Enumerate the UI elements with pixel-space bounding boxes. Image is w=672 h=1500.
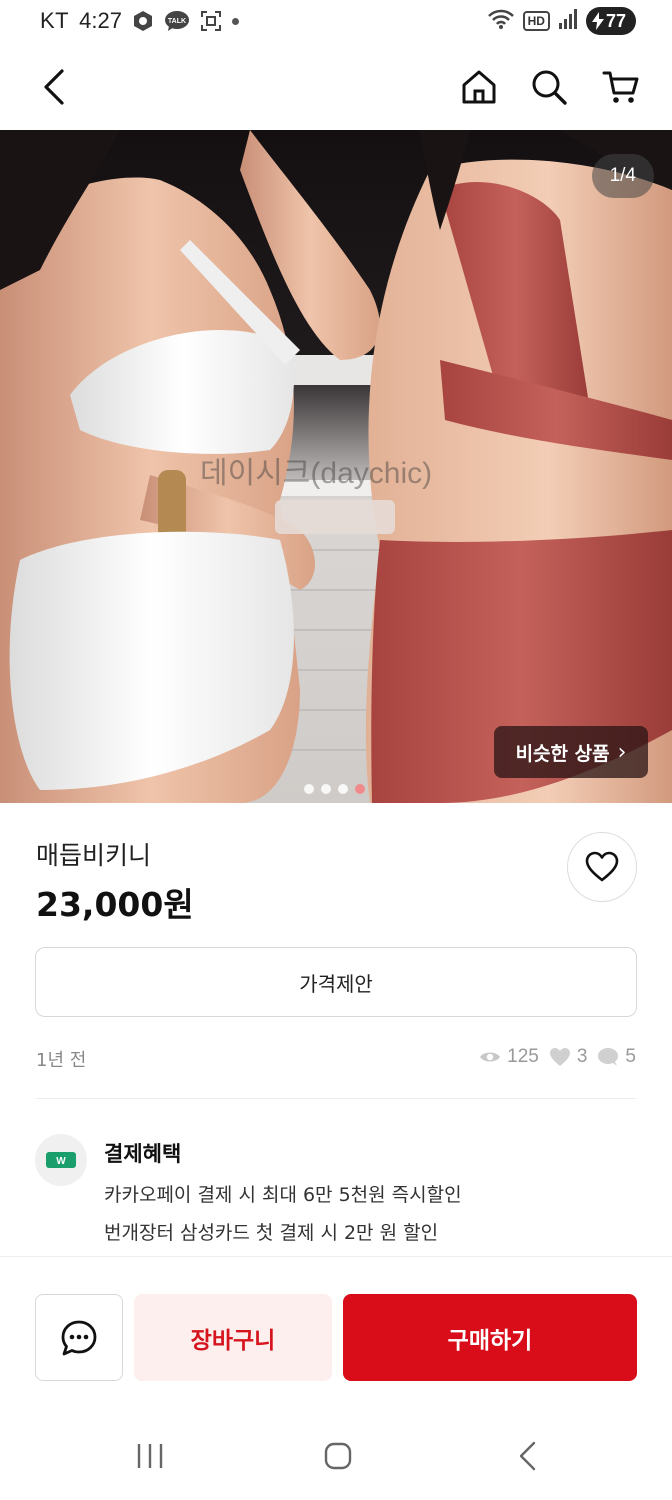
screenshot-icon xyxy=(200,10,222,32)
home-button[interactable] xyxy=(454,62,504,112)
system-home-icon xyxy=(324,1442,352,1470)
clock: 4:27 xyxy=(79,8,122,33)
product-price: 23,000원 xyxy=(36,885,194,924)
system-navigation-bar xyxy=(0,1420,672,1500)
carrier-label: KT xyxy=(40,8,70,33)
likes-count: 3 xyxy=(576,1046,588,1067)
heart-filled-icon xyxy=(549,1048,570,1066)
carousel-dot xyxy=(338,784,348,794)
carousel-dot-active xyxy=(355,784,365,794)
product-image-carousel[interactable]: 1/4 데이시크(daychic) 비슷한 상품 › xyxy=(0,130,672,803)
chat-icon xyxy=(61,1320,97,1355)
bottom-bar-divider xyxy=(0,1256,672,1257)
back-button[interactable] xyxy=(30,62,80,112)
eye-icon xyxy=(480,1052,501,1062)
payment-benefit-icon: W xyxy=(35,1134,87,1186)
won-badge-icon: W xyxy=(46,1152,76,1168)
image-counter: 1/4 xyxy=(591,154,654,198)
status-right: HD 77 xyxy=(487,7,636,35)
carousel-dot xyxy=(304,784,314,794)
likes-stat: 3 xyxy=(549,1046,588,1068)
hd-badge: HD xyxy=(522,11,550,31)
system-home-button[interactable] xyxy=(316,1438,360,1474)
views-count: 125 xyxy=(507,1046,539,1067)
status-bar: KT 4:27 TALK HD 77 xyxy=(0,0,672,44)
notification-dot-icon xyxy=(231,17,239,25)
buy-now-button[interactable]: 구매하기 xyxy=(343,1294,637,1381)
product-stats: 125 3 5 xyxy=(479,1046,636,1068)
search-icon xyxy=(532,70,567,105)
carousel-dots xyxy=(304,784,365,794)
gallery-icon xyxy=(132,10,154,32)
payment-benefit-samsungcard: 번개장터 삼성카드 첫 결제 시 2만 원 할인 xyxy=(104,1222,439,1244)
back-icon xyxy=(44,69,64,105)
image-watermark: 데이시크(daychic) xyxy=(200,457,433,490)
section-divider xyxy=(36,1098,636,1099)
cart-button[interactable] xyxy=(596,62,646,112)
product-meta: 1년 전 125 3 5 xyxy=(36,1046,636,1072)
payment-benefit-kakaopay: 카카오페이 결제 시 최대 6만 5천원 즉시할인 xyxy=(104,1184,462,1206)
chat-bubble-icon xyxy=(598,1048,619,1066)
chats-stat: 5 xyxy=(597,1046,636,1068)
signal-icon xyxy=(558,8,578,34)
recent-apps-button[interactable] xyxy=(128,1438,172,1474)
heart-icon xyxy=(585,851,619,882)
add-to-cart-button[interactable]: 장바구니 xyxy=(134,1294,332,1381)
posted-time: 1년 전 xyxy=(36,1050,87,1071)
battery-level: 77 xyxy=(605,10,626,31)
similar-products-button[interactable]: 비슷한 상품 › xyxy=(494,726,648,778)
talk-icon: TALK xyxy=(164,10,190,32)
chats-count: 5 xyxy=(625,1046,636,1067)
cart-icon xyxy=(602,71,639,103)
price-offer-button[interactable]: 가격제안 xyxy=(35,947,637,1017)
talk-badge-text: TALK xyxy=(168,18,186,25)
views-stat: 125 xyxy=(479,1046,539,1068)
recent-apps-icon xyxy=(137,1444,163,1468)
similar-products-label: 비슷한 상품 xyxy=(515,742,610,765)
system-back-icon xyxy=(519,1441,536,1471)
top-navigation xyxy=(0,50,672,126)
battery-icon: 77 xyxy=(585,7,636,35)
won-badge-text: W xyxy=(56,1156,66,1167)
chat-button[interactable] xyxy=(35,1294,123,1381)
status-left: KT 4:27 TALK xyxy=(40,8,239,34)
wifi-icon xyxy=(487,8,515,34)
home-icon xyxy=(462,70,496,104)
product-title: 매듭비키니 xyxy=(36,841,152,870)
wishlist-button[interactable] xyxy=(567,832,637,902)
payment-benefit-title: 결제혜택 xyxy=(104,1142,182,1166)
chevron-right-icon: › xyxy=(617,739,627,765)
system-back-button[interactable] xyxy=(506,1438,550,1474)
carousel-dot xyxy=(321,784,331,794)
search-button[interactable] xyxy=(524,62,574,112)
